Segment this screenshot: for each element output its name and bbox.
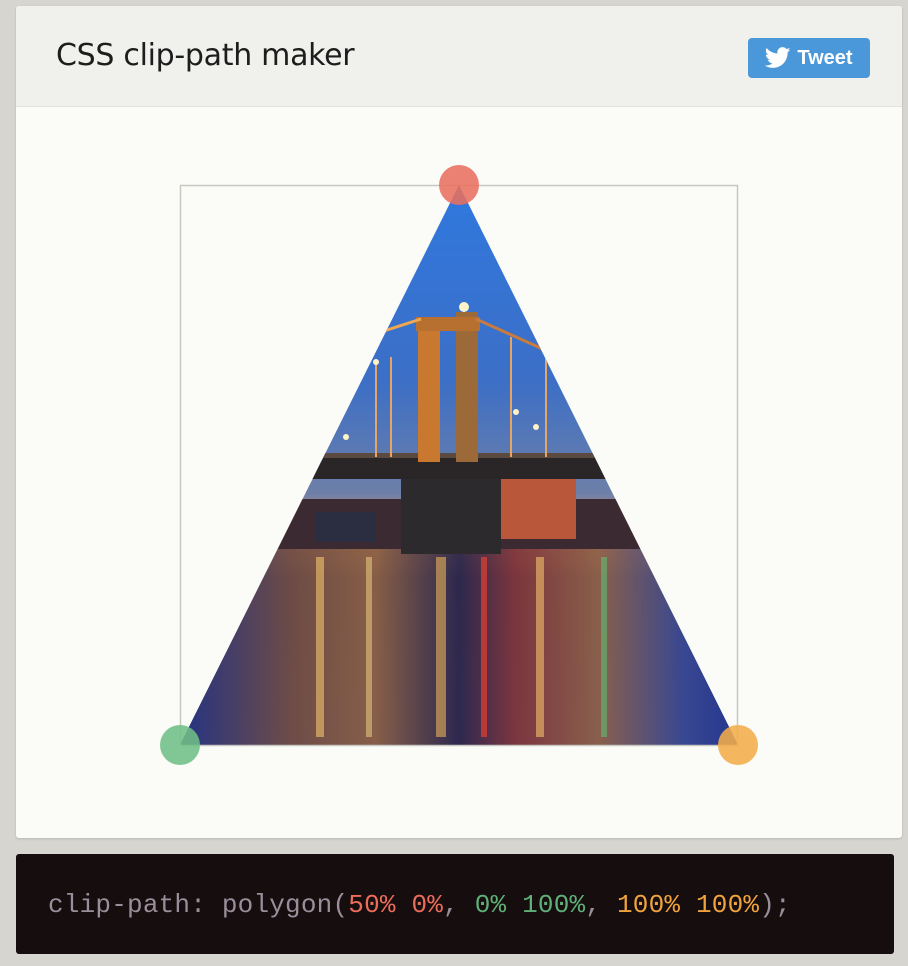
- code-sep-1: ,: [443, 890, 459, 920]
- code-point-2: 0% 100%: [474, 890, 586, 920]
- handle-bottom-right[interactable]: [718, 725, 758, 765]
- twitter-bird-icon: [765, 47, 791, 68]
- header: CSS clip-path maker Tweet: [16, 6, 902, 107]
- code-output: clip-path: polygon(50% 0%, 0% 100%, 100%…: [16, 854, 894, 954]
- clip-path-canvas: [160, 165, 758, 765]
- code-sep-2: ,: [585, 890, 602, 920]
- tweet-label: Tweet: [797, 46, 853, 69]
- editor-card: CSS clip-path maker Tweet: [16, 6, 902, 838]
- code-func-close: );: [759, 890, 791, 920]
- code-property: clip-path:: [48, 890, 207, 920]
- clip-path-stage: [16, 107, 902, 838]
- tweet-button[interactable]: Tweet: [748, 38, 870, 78]
- clip-path-code: clip-path: polygon(50% 0%, 0% 100%, 100%…: [48, 890, 791, 920]
- code-func-open: polygon(: [221, 890, 349, 920]
- code-point-3: 100% 100%: [616, 890, 760, 920]
- handle-top[interactable]: [439, 165, 479, 205]
- clipped-image: [180, 185, 738, 745]
- page-title: CSS clip-path maker: [56, 38, 355, 73]
- code-point-1: 50% 0%: [348, 890, 444, 920]
- handle-bottom-left[interactable]: [160, 725, 200, 765]
